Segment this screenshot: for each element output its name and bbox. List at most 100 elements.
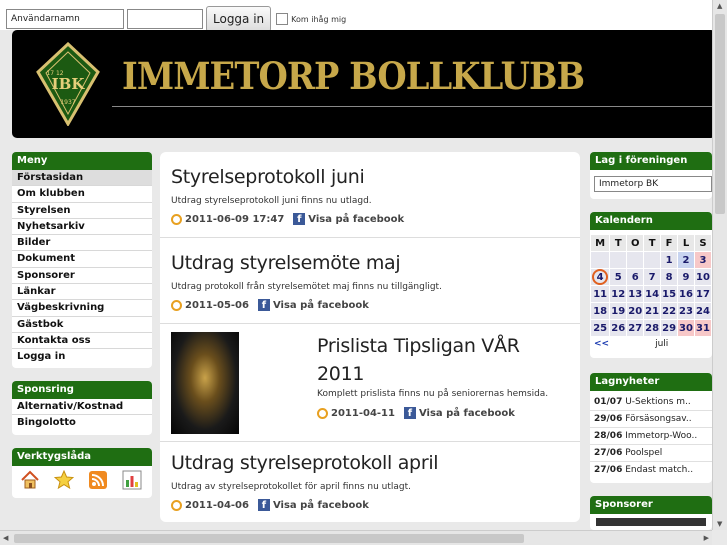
horizontal-scrollbar[interactable]: ◀ ▶ <box>0 530 712 545</box>
login-button[interactable]: Logga in <box>206 6 272 32</box>
sponsring-panel: Sponsring Alternativ/Kostnad Bingolotto <box>12 381 152 435</box>
calendar-day[interactable]: 12 <box>609 285 628 303</box>
post-title[interactable]: Styrelseprotokoll juni <box>171 166 580 188</box>
facebook-share-link[interactable]: Visa på facebook <box>273 300 369 311</box>
calendar-day[interactable]: 29 <box>660 319 679 337</box>
calendar-day[interactable]: 16 <box>677 285 695 303</box>
clock-icon <box>317 407 328 419</box>
facebook-share-link[interactable]: Visa på facebook <box>419 408 515 419</box>
post-meta: 2011-06-09 17:47 f Visa på facebook <box>171 213 580 225</box>
news-item[interactable]: 27/06 Endast match.. <box>590 462 712 479</box>
username-input[interactable]: Användarnamn <box>6 9 124 29</box>
password-input[interactable] <box>127 9 203 29</box>
post-1: Styrelseprotokoll juni Utdrag styrelsepr… <box>160 152 580 238</box>
calendar-day[interactable]: 22 <box>660 302 679 320</box>
calendar-day[interactable]: 17 <box>693 285 713 303</box>
scroll-right-icon[interactable]: ▶ <box>704 534 709 542</box>
day-header: T <box>643 234 662 252</box>
sponsring-item-alternativ[interactable]: Alternativ/Kostnad <box>12 399 152 416</box>
horizontal-scroll-thumb[interactable] <box>14 534 524 543</box>
calendar-day[interactable]: 19 <box>609 302 628 320</box>
menu-item-forstasidan[interactable]: Förstasidan <box>12 170 152 187</box>
news-item[interactable]: 01/07 U-Sektions m.. <box>590 394 712 411</box>
scroll-up-icon[interactable]: ▲ <box>717 2 722 10</box>
team-select[interactable]: Immetorp BK <box>594 176 712 192</box>
calendar-day[interactable]: 8 <box>660 268 679 286</box>
clock-icon <box>171 299 182 311</box>
menu-item-lankar[interactable]: Länkar <box>12 284 152 301</box>
calendar-day[interactable]: 7 <box>643 268 662 286</box>
menu-item-nyhetsarkiv[interactable]: Nyhetsarkiv <box>12 219 152 236</box>
calendar-day[interactable]: 24 <box>693 302 713 320</box>
site-banner: IBK 17 12 1937 IMMETORP BOLLKLUBB <box>12 30 716 138</box>
calendar-prev-link[interactable]: << <box>594 339 609 349</box>
calendar-day[interactable]: 20 <box>626 302 645 320</box>
post-excerpt: Utdrag protokoll från styrelsemötet maj … <box>171 282 442 292</box>
calendar-grid: M T O T F L S 1 2 3 4 5 6 7 8 9 10 11 12… <box>589 234 713 337</box>
menu-item-om-klubben[interactable]: Om klubben <box>12 186 152 203</box>
home-icon[interactable] <box>20 470 40 490</box>
calendar-day[interactable]: 3 <box>693 251 713 269</box>
sponsring-item-bingolotto[interactable]: Bingolotto <box>12 415 152 431</box>
calendar-day[interactable]: 31 <box>693 319 713 337</box>
day-header: S <box>693 234 713 252</box>
menu-item-sponsorer[interactable]: Sponsorer <box>12 268 152 285</box>
calendar-day[interactable]: 10 <box>693 268 713 286</box>
menu-item-logga-in[interactable]: Logga in <box>12 349 152 365</box>
news-date: 27/06 <box>594 448 623 458</box>
menu-item-bilder[interactable]: Bilder <box>12 235 152 252</box>
star-icon[interactable] <box>54 470 74 490</box>
scroll-down-icon[interactable]: ▼ <box>717 520 722 528</box>
calendar-day[interactable]: 21 <box>643 302 662 320</box>
calendar-day[interactable]: 18 <box>589 302 611 320</box>
facebook-share-link[interactable]: Visa på facebook <box>273 500 369 511</box>
calendar-day-today[interactable]: 4 <box>589 268 611 286</box>
calendar-day[interactable]: 13 <box>626 285 645 303</box>
news-item[interactable]: 28/06 Immetorp-Woo.. <box>590 428 712 445</box>
facebook-share-link[interactable]: Visa på facebook <box>308 214 404 225</box>
chart-icon[interactable] <box>122 470 142 490</box>
calendar-day[interactable]: 5 <box>609 268 628 286</box>
vertical-scrollbar[interactable]: ▲ ▼ <box>712 0 727 530</box>
menu-item-kontakta-oss[interactable]: Kontakta oss <box>12 333 152 350</box>
banner-divider <box>112 106 716 107</box>
menu-item-vagbeskrivning[interactable]: Vägbeskrivning <box>12 300 152 317</box>
news-text: Försäsongsav.. <box>625 414 692 424</box>
calendar-day[interactable]: 2 <box>677 251 695 269</box>
calendar-day[interactable]: 25 <box>589 319 611 337</box>
clock-icon <box>171 213 182 225</box>
site-title: IMMETORP BOLLKLUBB <box>122 54 585 98</box>
news-item[interactable]: 27/06 Poolspel <box>590 445 712 462</box>
scroll-left-icon[interactable]: ◀ <box>3 534 8 542</box>
post-title[interactable]: Utdrag styrelsemöte maj <box>171 252 580 274</box>
post-title[interactable]: Prislista Tipsligan VÅR 2011 <box>317 332 567 388</box>
sponsor-image[interactable] <box>596 518 706 526</box>
calendar-day[interactable]: 23 <box>677 302 695 320</box>
remember-label: Kom ihåg mig <box>291 14 347 24</box>
vertical-scroll-thumb[interactable] <box>715 14 725 214</box>
calendar-day[interactable]: 30 <box>677 319 695 337</box>
calendar-day[interactable]: 14 <box>643 285 662 303</box>
menu-item-styrelsen[interactable]: Styrelsen <box>12 203 152 219</box>
calendar-nav: << juli <box>590 339 712 349</box>
rss-icon[interactable] <box>88 470 108 490</box>
calendar-day[interactable]: 26 <box>609 319 628 337</box>
menu-item-gastbok[interactable]: Gästbok <box>12 317 152 333</box>
post-image[interactable] <box>171 332 239 434</box>
calendar-day[interactable]: 1 <box>660 251 679 269</box>
calendar-day[interactable]: 27 <box>626 319 645 337</box>
calendar-day[interactable]: 11 <box>589 285 611 303</box>
post-3: Prislista Tipsligan VÅR 2011 Komplett pr… <box>160 324 580 442</box>
teams-panel: Lag i föreningen Immetorp BK <box>590 152 712 199</box>
menu-item-dokument[interactable]: Dokument <box>12 251 152 268</box>
news-item[interactable]: 29/06 Försäsongsav.. <box>590 411 712 428</box>
calendar-day[interactable]: 28 <box>643 319 662 337</box>
calendar-day[interactable]: 15 <box>660 285 679 303</box>
calendar-day[interactable]: 6 <box>626 268 645 286</box>
facebook-icon: f <box>293 213 306 225</box>
remember-checkbox[interactable] <box>276 13 289 25</box>
login-form: Användarnamn Logga in Kom ihåg mig <box>6 6 346 32</box>
post-title[interactable]: Utdrag styrelseprotokoll april <box>171 452 580 474</box>
news-date: 27/06 <box>594 465 623 475</box>
calendar-day[interactable]: 9 <box>677 268 695 286</box>
